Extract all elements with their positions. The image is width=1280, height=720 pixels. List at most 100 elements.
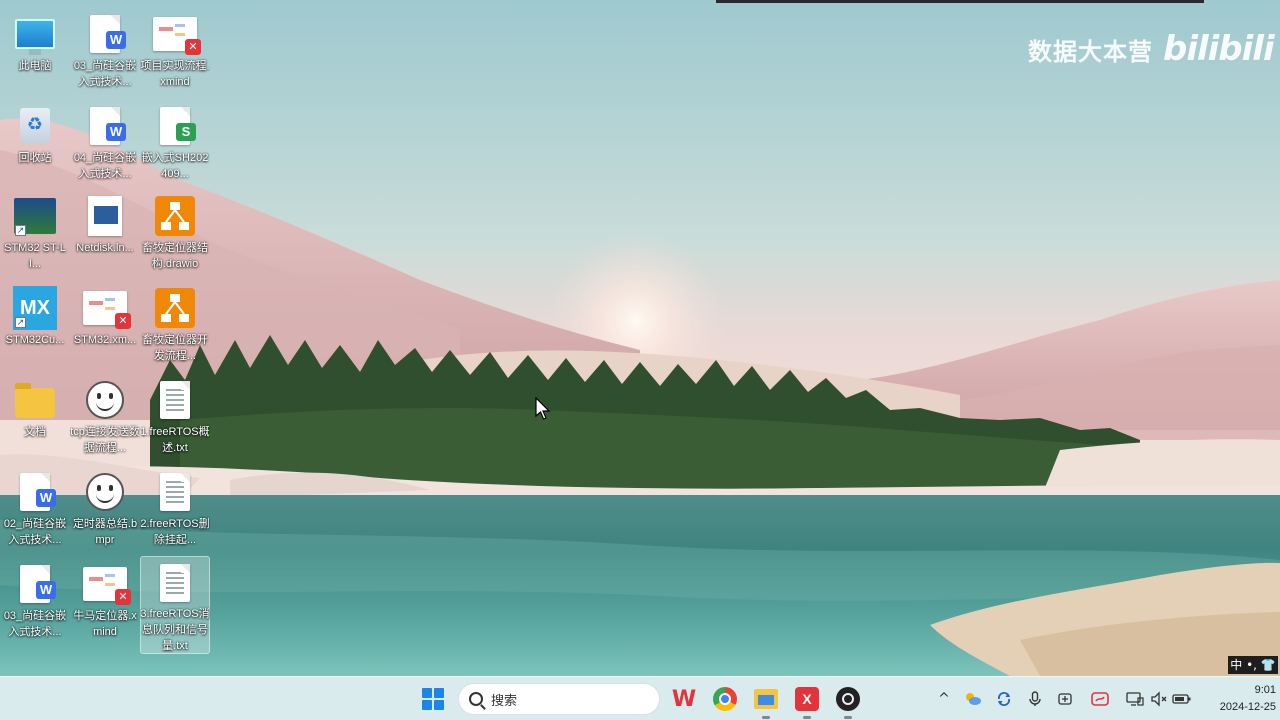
balsamiq-icon: [83, 470, 127, 514]
wps-icon: W: [671, 686, 697, 712]
desktop-icon-label: 3.freeRTOS消息队列和信号量.txt: [140, 608, 210, 653]
desktop-icon-drawio-flow[interactable]: 畜牧定位器开发流程...: [140, 282, 210, 372]
desktop-icon-label: 牛马定位器.xmind: [73, 610, 137, 638]
shortcut-arrow-icon: ↗: [15, 225, 26, 236]
desktop-icon-label: 畜牧定位器开发流程...: [142, 334, 208, 362]
cloud-weather-icon[interactable]: [962, 687, 984, 711]
text-file-icon: [153, 561, 197, 604]
clock-time: 9:01: [1254, 684, 1276, 696]
desktop-icon-rtos2[interactable]: 2.freeRTOS删除挂起...: [140, 466, 210, 556]
taskbar-xmind-app[interactable]: X: [793, 685, 821, 719]
desktop-icon-cattle-xmind[interactable]: ✕ 牛马定位器.xmind: [70, 558, 140, 648]
taskbar-chrome-app[interactable]: [711, 685, 739, 713]
desktop-icon-label: STM32.xm...: [73, 334, 137, 346]
desktop-icon-label: STM32 ST-LI...: [4, 242, 66, 270]
bilibili-logo: bilibili: [1163, 29, 1275, 69]
sync-icon[interactable]: [993, 687, 1015, 711]
desktop-icon-rtos3[interactable]: 3.freeRTOS消息队列和信号量.txt: [140, 556, 210, 654]
desktop-icon-grid: 此电脑 回收站 ↗ STM32 ST-LI... MX↗ STM32Cu... …: [0, 0, 220, 676]
desktop-icon-doc04[interactable]: W 04_尚硅谷嵌入式技术...: [70, 100, 140, 190]
drawio-icon: [153, 286, 197, 330]
balsamiq-icon: [83, 378, 127, 422]
file-explorer-icon: [754, 689, 778, 709]
xmind-icon: ✕: [83, 286, 131, 330]
desktop-icon-label: 定时器总结.bmpr: [72, 518, 138, 546]
taskbar-file-explorer-app[interactable]: [752, 685, 780, 719]
desktop-icon-this-pc[interactable]: 此电脑: [0, 8, 70, 98]
taskbar: 搜索 W X ^ 9:01 2024-12-25: [0, 676, 1280, 720]
desktop-icon-cubemx[interactable]: MX ↗ STM32Cu...: [0, 282, 70, 372]
desktop-icon-recycle-bin[interactable]: 回收站: [0, 100, 70, 190]
wps-cloud-icon[interactable]: [1089, 687, 1111, 711]
folder-icon: [13, 378, 57, 422]
desktop-icon-label: 03_尚硅谷嵌入式技术...: [73, 60, 137, 88]
search-icon: [469, 692, 483, 706]
obs-icon: [836, 687, 860, 711]
xmind-icon: ✕: [153, 12, 201, 56]
desktop-icon-label: 回收站: [18, 152, 52, 164]
desktop-icon-label: 04_尚硅谷嵌入式技术...: [73, 152, 137, 180]
tray-overflow-chevron[interactable]: ^: [934, 687, 954, 711]
drawio-icon: [153, 194, 197, 238]
cubemx-icon: MX ↗: [13, 286, 57, 330]
desktop-icon-label: Netdisk.ln...: [76, 242, 134, 254]
desktop-icon-label: 02_尚硅谷嵌入式技术...: [3, 518, 67, 546]
netdisk-icon: [83, 194, 127, 238]
desktop-icon-project-xmind[interactable]: ✕ 项目实现流程.xmind: [140, 8, 210, 98]
shortcut-arrow-icon: ↗: [15, 317, 26, 328]
watermark-text: 数据大本营: [1028, 37, 1153, 66]
desktop-icon-label: 此电脑: [18, 60, 52, 72]
desktop-icon-docs-folder[interactable]: 文档: [0, 374, 70, 464]
desktop-icon-rtos1[interactable]: 1.freeRTOS概述.txt: [140, 374, 210, 464]
windows-logo-icon: [422, 688, 432, 698]
desktop-icon-stm32-stlink[interactable]: ↗ STM32 ST-LI...: [0, 190, 70, 280]
clock-date: 2024-12-25: [1219, 701, 1276, 713]
desktop-icon-drawio-structure[interactable]: 畜牧定位器结构.drawio: [140, 190, 210, 280]
display-icon[interactable]: [1124, 687, 1146, 711]
chrome-icon: [713, 687, 737, 711]
text-file-icon: [153, 378, 197, 422]
ime-icon[interactable]: [1054, 687, 1076, 711]
taskbar-obs-app[interactable]: [834, 685, 862, 719]
microphone-icon[interactable]: [1024, 687, 1046, 711]
bilibili-watermark: 数据大本营 bilibili: [1028, 28, 1275, 70]
ime-status-indicator[interactable]: 中 •, 👕: [1228, 656, 1278, 674]
desktop-icon-label: 1.freeRTOS概述.txt: [140, 426, 210, 454]
desktop-icon-label: tcp连接发送数据流程...: [70, 426, 140, 454]
desktop-icon-label: 畜牧定位器结构.drawio: [142, 242, 208, 270]
computer-icon: [13, 12, 57, 56]
word-doc-icon: W: [83, 12, 127, 56]
search-placeholder: 搜索: [491, 692, 518, 708]
desktop-icon-label: STM32Cu...: [5, 334, 65, 346]
desktop-icon-doc02[interactable]: W 02_尚硅谷嵌入式技术...: [0, 466, 70, 556]
word-doc-icon: W: [13, 562, 57, 606]
desktop-icon-label: 嵌入式SH202409...: [141, 152, 209, 180]
start-button[interactable]: [420, 686, 446, 712]
recycle-bin-icon: [13, 104, 57, 148]
mouse-pointer-icon: [535, 397, 551, 420]
xmind-icon: ✕: [83, 562, 131, 606]
desktop-icon-label: 项目实现流程.xmind: [140, 60, 210, 88]
desktop-icon-stm32-xmind[interactable]: ✕ STM32.xm...: [70, 282, 140, 372]
volume-muted-icon[interactable]: [1148, 687, 1170, 711]
desktop-icon-doc03a[interactable]: W 03_尚硅谷嵌入式技术...: [70, 8, 140, 98]
desktop-icon-label: 文档: [24, 426, 46, 438]
text-file-icon: [153, 470, 197, 514]
desktop-icon-label: 2.freeRTOS删除挂起...: [140, 518, 210, 546]
stlink-app-icon: ↗: [13, 194, 57, 238]
desktop-icon-tcp-bmpr[interactable]: tcp连接发送数据流程...: [70, 374, 140, 464]
taskbar-search-box[interactable]: 搜索: [458, 683, 660, 715]
overlay-bar: [716, 0, 1204, 3]
desktop-icon-timer-bmpr[interactable]: 定时器总结.bmpr: [70, 466, 140, 556]
battery-icon[interactable]: [1170, 687, 1194, 711]
desktop-icon-netdisk[interactable]: Netdisk.ln...: [70, 190, 140, 280]
taskbar-wps-app[interactable]: W: [670, 685, 698, 713]
spreadsheet-icon: S: [153, 104, 197, 148]
desktop-icon-spreadsheet[interactable]: S 嵌入式SH202409...: [140, 100, 210, 190]
desktop-icon-doc03b[interactable]: W 03_尚硅谷嵌入式技术...: [0, 558, 70, 648]
taskbar-clock[interactable]: 9:01 2024-12-25: [1196, 682, 1276, 716]
word-doc-icon: W: [13, 470, 57, 514]
xmind-app-icon: X: [795, 687, 819, 711]
word-doc-icon: W: [83, 104, 127, 148]
desktop-icon-label: 03_尚硅谷嵌入式技术...: [3, 610, 67, 638]
